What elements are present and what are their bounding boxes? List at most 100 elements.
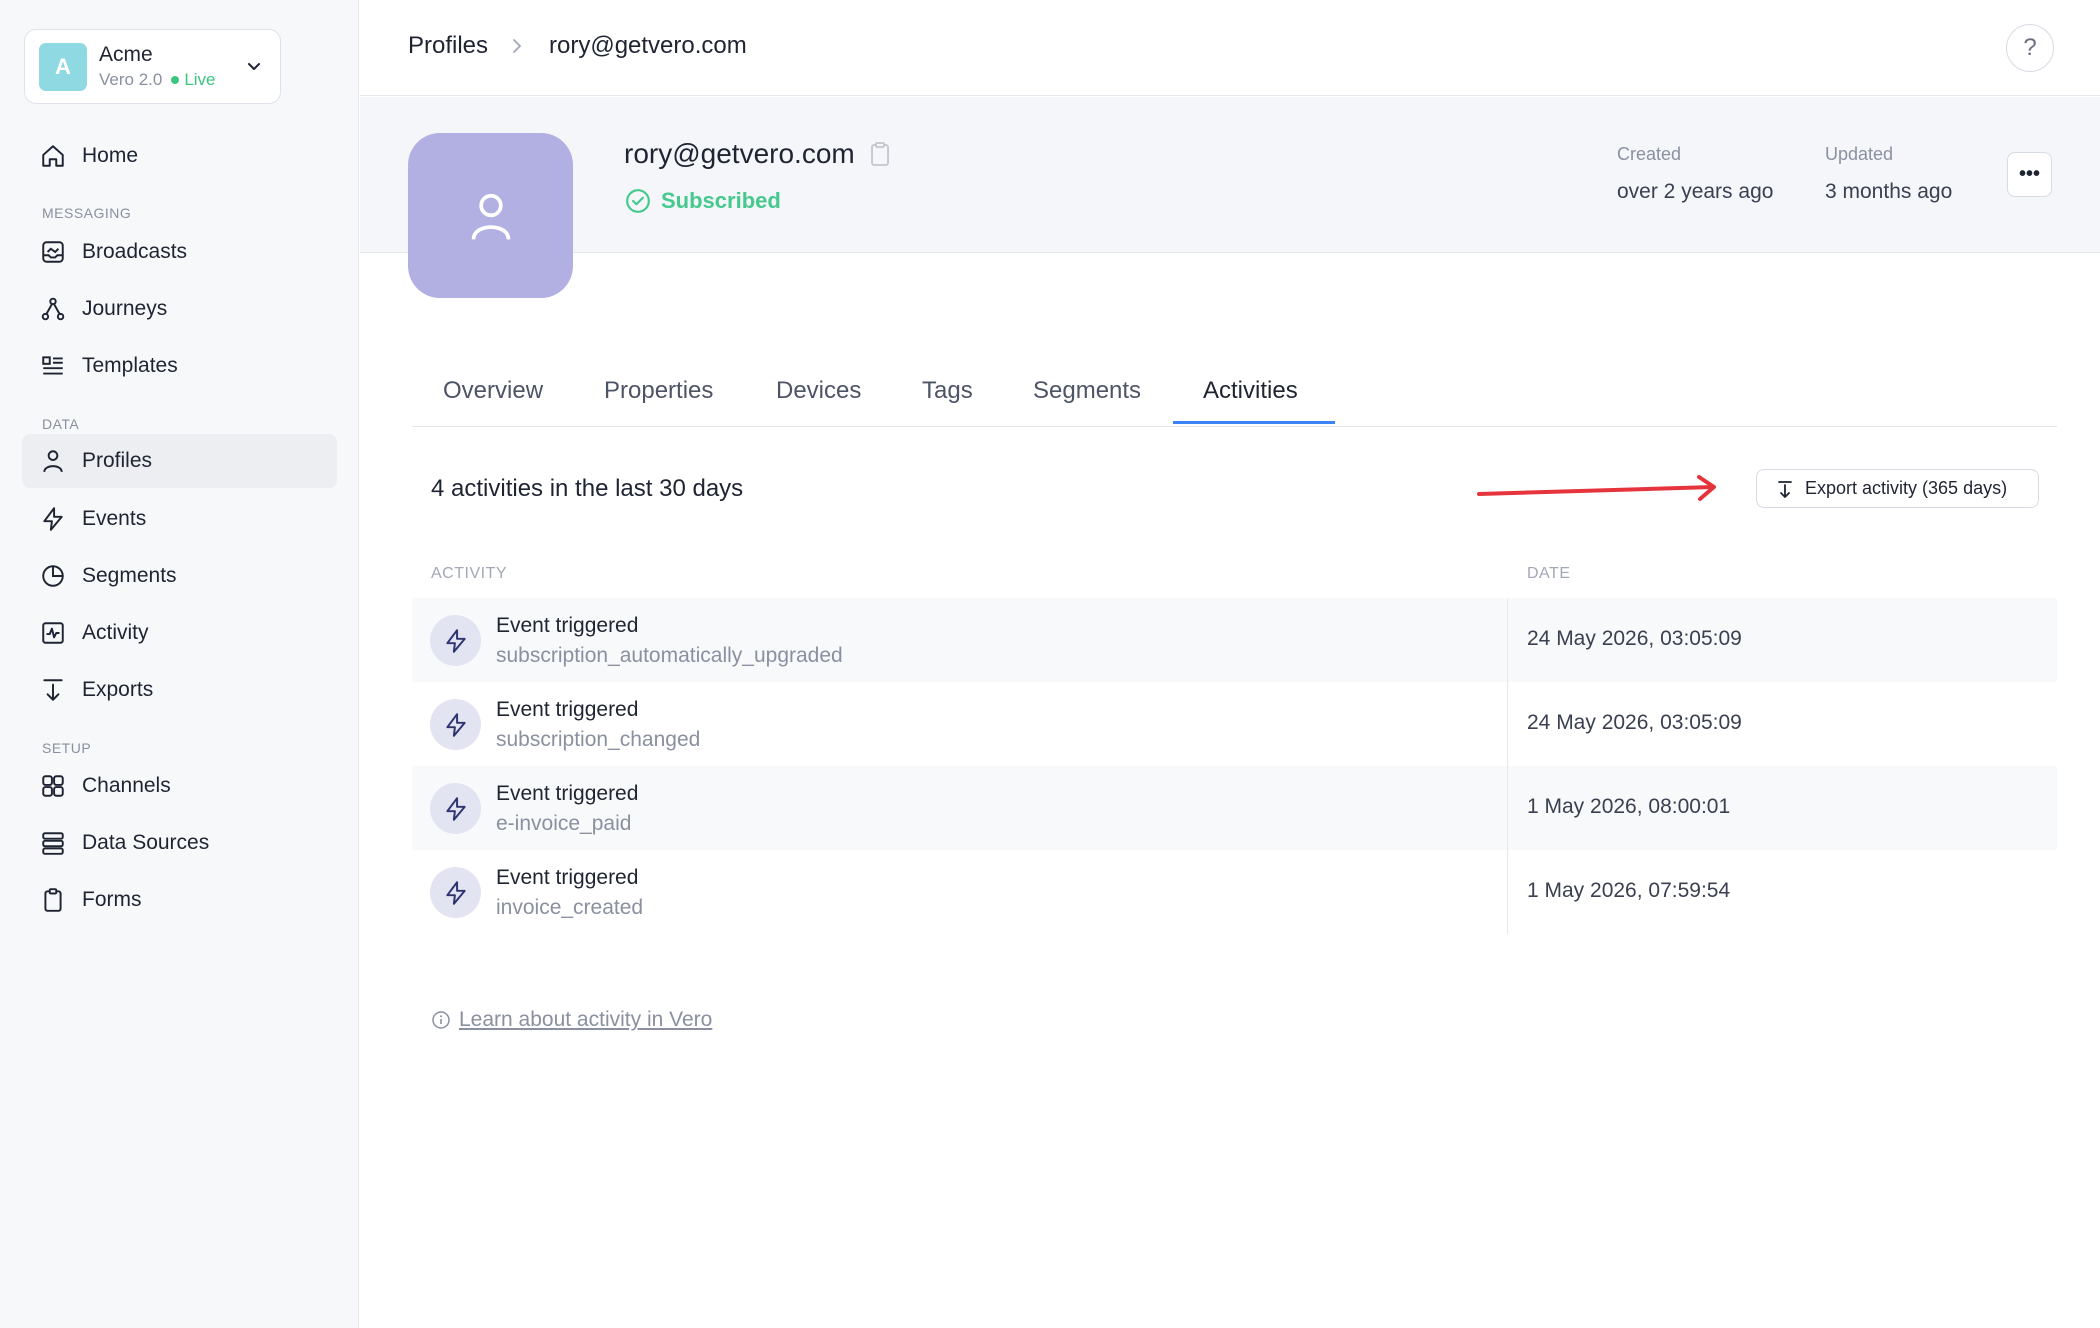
activity-icon <box>39 619 67 647</box>
updated-value: 3 months ago <box>1825 180 1953 203</box>
activity-date: 1 May 2026, 08:00:01 <box>1527 795 1731 818</box>
activity-title: Event triggered <box>496 866 639 889</box>
chevron-down-icon <box>248 63 260 70</box>
sidebar-item-data-sources[interactable]: Data Sources <box>22 816 337 870</box>
more-options-button[interactable]: ••• <box>2007 152 2052 197</box>
tab-activities[interactable]: Activities <box>1203 377 1298 405</box>
table-row[interactable]: Event triggered invoice_created 1 May 20… <box>412 850 2057 934</box>
table-row[interactable]: Event triggered subscription_changed 24 … <box>412 682 2057 766</box>
user-icon <box>39 447 67 475</box>
lightning-icon <box>39 505 67 533</box>
sidebar-item-label: Segments <box>82 564 177 587</box>
sidebar-item-profiles[interactable]: Profiles <box>22 434 337 488</box>
workspace-version: Vero 2.0 <box>99 69 163 89</box>
subscription-status-label: Subscribed <box>661 188 781 213</box>
templates-icon <box>39 352 67 380</box>
sidebar-item-events[interactable]: Events <box>22 492 337 546</box>
sidebar-item-exports[interactable]: Exports <box>22 663 337 717</box>
sidebar-item-label: Journeys <box>82 297 168 320</box>
breadcrumb-profiles[interactable]: Profiles <box>408 32 488 60</box>
tab-tags[interactable]: Tags <box>922 377 973 405</box>
sidebar-item-broadcasts[interactable]: Broadcasts <box>22 225 337 279</box>
learn-more-label: Learn about activity in Vero <box>459 1008 713 1031</box>
breadcrumb-current: rory@getvero.com <box>549 32 747 59</box>
sidebar-item-home[interactable]: Home <box>22 129 337 183</box>
activity-summary: 4 activities in the last 30 days <box>431 475 744 502</box>
lightning-icon <box>430 699 481 750</box>
activity-date: 24 May 2026, 03:05:09 <box>1527 711 1742 734</box>
annotation-arrow <box>1477 475 1716 501</box>
learn-more-link[interactable]: Learn about activity in Vero <box>431 1008 712 1032</box>
sidebar-item-label: Exports <box>82 678 154 701</box>
live-status-dot <box>171 75 180 84</box>
tab-overview[interactable]: Overview <box>443 377 543 405</box>
workspace-switcher[interactable]: A Acme Vero 2.0 Live <box>24 29 281 104</box>
activity-event-name: e-invoice_paid <box>496 812 632 835</box>
column-header-activity: ACTIVITY <box>431 565 508 582</box>
chevron-right-icon <box>513 39 522 53</box>
lightning-icon <box>430 783 481 834</box>
sidebar-item-segments[interactable]: Segments <box>22 549 337 603</box>
nav-section-data: DATA <box>42 416 80 432</box>
profile-avatar <box>408 133 573 298</box>
profile-tabs: Overview Properties Devices Tags Segment… <box>412 362 2057 427</box>
sidebar: A Acme Vero 2.0 Live Home MESSAGING Broa… <box>0 0 359 1328</box>
activity-date: 1 May 2026, 07:59:54 <box>1527 879 1731 902</box>
sidebar-item-label: Templates <box>82 354 178 377</box>
activity-event-name: subscription_automatically_upgraded <box>496 644 843 667</box>
pie-chart-icon <box>39 562 67 590</box>
created-label: Created <box>1617 144 1682 164</box>
updated-label: Updated <box>1825 144 1894 164</box>
lightning-icon <box>430 867 481 918</box>
info-icon <box>432 1011 450 1029</box>
sidebar-item-templates[interactable]: Templates <box>22 339 337 393</box>
activity-date: 24 May 2026, 03:05:09 <box>1527 627 1742 650</box>
activity-title: Event triggered <box>496 614 639 637</box>
sidebar-item-label: Broadcasts <box>82 240 188 263</box>
sidebar-item-label: Forms <box>82 888 142 911</box>
column-divider <box>1507 682 1508 766</box>
help-button[interactable]: ? <box>2006 24 2054 72</box>
table-row[interactable]: Event triggered subscription_automatical… <box>412 598 2057 682</box>
tab-devices[interactable]: Devices <box>776 377 861 405</box>
active-tab-indicator <box>1173 421 1335 424</box>
sidebar-item-label: Profiles <box>82 449 153 472</box>
download-icon <box>1778 480 1792 498</box>
tab-properties[interactable]: Properties <box>604 377 713 405</box>
sidebar-item-activity[interactable]: Activity <box>22 606 337 660</box>
activity-event-name: invoice_created <box>496 896 644 919</box>
check-circle-icon <box>626 189 650 213</box>
clipboard-icon <box>39 886 67 914</box>
channels-icon <box>39 772 67 800</box>
subscription-status: Subscribed <box>625 188 781 214</box>
home-icon <box>39 142 67 170</box>
sidebar-item-journeys[interactable]: Journeys <box>22 282 337 336</box>
top-bar: Profiles rory@getvero.com ? <box>360 0 2100 96</box>
export-activity-label: Export activity (365 days) <box>1805 478 2008 498</box>
copy-icon[interactable] <box>868 141 892 167</box>
nav-section-setup: SETUP <box>42 740 92 756</box>
profile-email: rory@getvero.com <box>624 138 855 169</box>
workspace-name: Acme <box>99 42 153 66</box>
sidebar-item-label: Data Sources <box>82 831 210 854</box>
activity-event-name: subscription_changed <box>496 728 701 751</box>
column-divider <box>1507 598 1508 682</box>
column-header-date: DATE <box>1527 565 1571 582</box>
sidebar-item-label: Home <box>82 144 139 167</box>
activity-title: Event triggered <box>496 698 639 721</box>
created-value: over 2 years ago <box>1617 180 1774 203</box>
broadcast-icon <box>39 238 67 266</box>
table-row[interactable]: Event triggered e-invoice_paid 1 May 202… <box>412 766 2057 850</box>
sidebar-item-label: Events <box>82 507 147 530</box>
sidebar-item-forms[interactable]: Forms <box>22 873 337 927</box>
export-icon <box>39 676 67 704</box>
sidebar-item-label: Activity <box>82 621 149 644</box>
column-divider <box>1507 766 1508 850</box>
export-activity-button[interactable]: Export activity (365 days) <box>1756 469 2039 508</box>
tab-segments[interactable]: Segments <box>1033 377 1141 405</box>
user-icon <box>471 193 510 240</box>
sidebar-item-channels[interactable]: Channels <box>22 759 337 813</box>
lightning-icon <box>430 615 481 666</box>
workspace-avatar: A <box>39 42 87 91</box>
profile-header <box>360 97 2100 253</box>
